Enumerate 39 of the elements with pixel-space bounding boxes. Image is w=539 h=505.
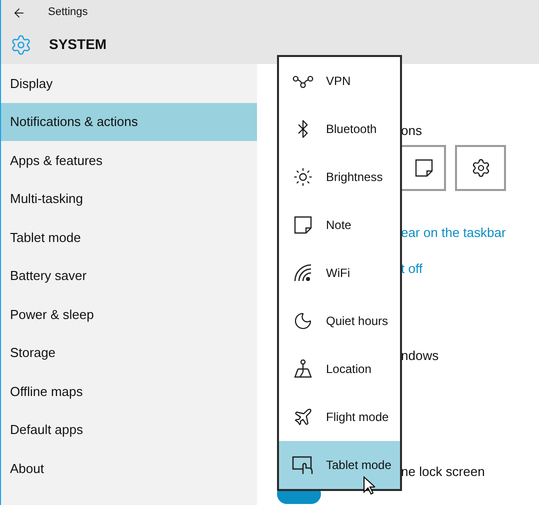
- back-icon: [12, 6, 26, 20]
- settings-tile[interactable]: [455, 145, 506, 191]
- menu-item[interactable]: Location: [279, 345, 400, 393]
- settings-icon: [10, 34, 32, 56]
- sidebar-item[interactable]: Notifications & actions: [1, 102, 257, 141]
- sidebar-item[interactable]: Power & sleep: [1, 295, 257, 334]
- menu-item[interactable]: Note: [279, 201, 400, 249]
- menu-item[interactable]: VPN: [279, 57, 400, 105]
- vpn-icon: [292, 74, 314, 88]
- menu-item[interactable]: Flight mode: [279, 393, 400, 441]
- section-heading: ons: [401, 122, 423, 137]
- option-text: ndows: [401, 347, 440, 365]
- note-icon: [292, 215, 312, 235]
- moon-icon: [292, 311, 312, 331]
- menu-item[interactable]: WiFi: [279, 249, 400, 297]
- sidebar-item[interactable]: Display: [1, 64, 257, 102]
- settings-icon: [470, 158, 490, 178]
- sidebar-item[interactable]: About: [1, 449, 257, 488]
- sidebar-item[interactable]: Battery saver: [1, 256, 257, 295]
- airplane-icon: [292, 407, 312, 427]
- page-heading: SYSTEM: [49, 35, 107, 54]
- sidebar-item[interactable]: Default apps: [1, 410, 257, 449]
- menu-item[interactable]: Quiet hours: [279, 297, 400, 345]
- wifi-icon: [292, 263, 312, 283]
- menu-item[interactable]: Bluetooth: [279, 105, 400, 153]
- option-text: ne lock screen: [401, 462, 486, 480]
- sidebar-item[interactable]: Offline maps: [1, 372, 257, 410]
- brightness-icon: [292, 167, 312, 187]
- window-title: Settings: [48, 5, 88, 20]
- tablet-touch-icon: [292, 455, 314, 475]
- location-icon: [292, 359, 312, 379]
- sidebar-item[interactable]: Tablet mode: [1, 218, 257, 256]
- menu-item[interactable]: Brightness: [279, 153, 400, 201]
- sidebar-item[interactable]: Storage: [1, 334, 257, 372]
- sidebar-item[interactable]: Multi-tasking: [1, 180, 257, 218]
- taskbar-link[interactable]: ear on the taskbar: [401, 223, 539, 242]
- sidebar-item[interactable]: Apps & features: [1, 141, 257, 180]
- menu-item[interactable]: Tablet mode: [279, 441, 400, 489]
- note-icon: [414, 158, 434, 178]
